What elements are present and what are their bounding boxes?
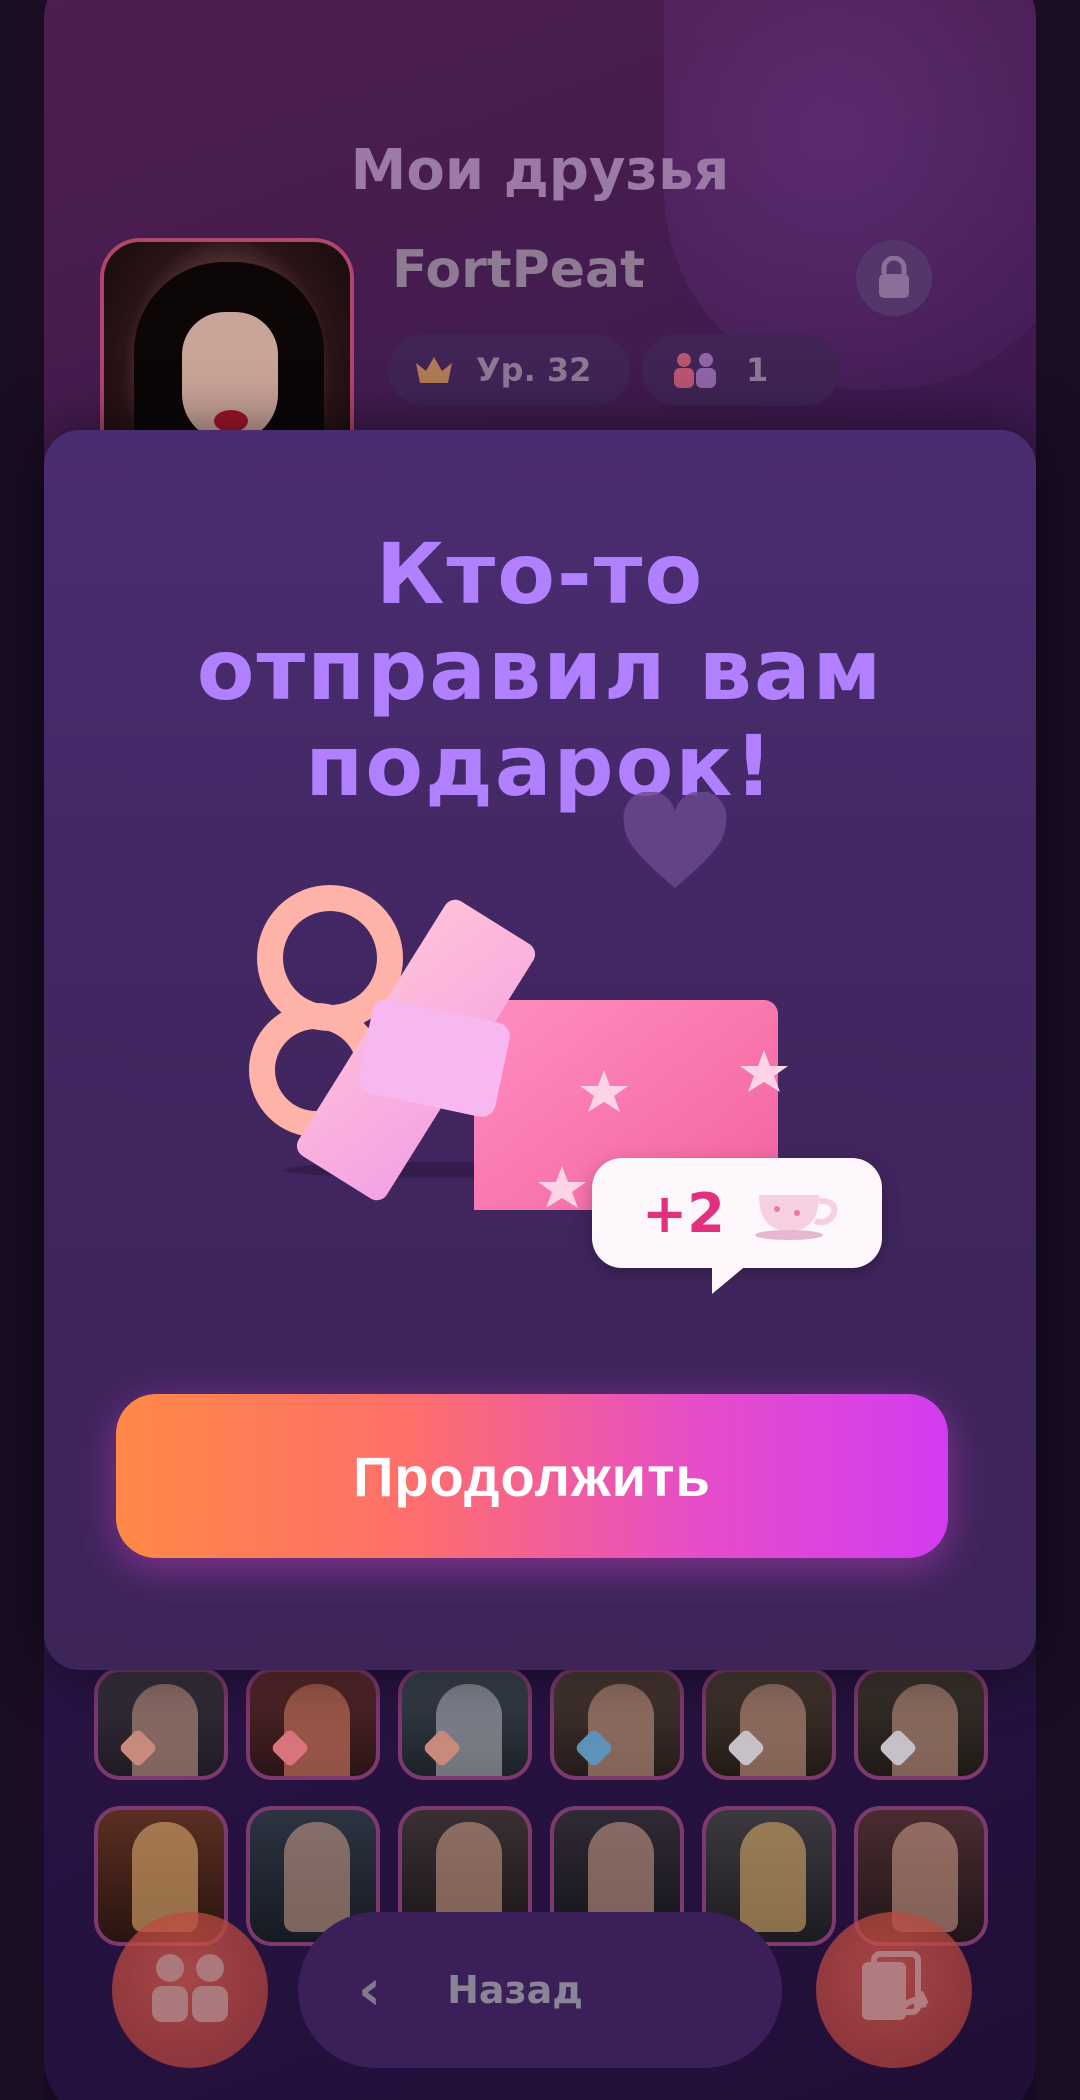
level-badge: Ур. 32: [388, 334, 630, 406]
background-left-edge: [0, 0, 44, 2100]
story-thumbnail[interactable]: [94, 1668, 228, 1780]
story-thumbnail[interactable]: [702, 1668, 836, 1780]
modal-title: Кто-то отправил вам подарок!: [44, 526, 1036, 814]
back-label: Назад: [447, 1968, 583, 2012]
friends-count: 1: [746, 351, 769, 389]
modal-title-line: Кто-то: [375, 525, 705, 623]
profile-name: FortPeat: [392, 240, 645, 300]
story-thumbnail[interactable]: [398, 1668, 532, 1780]
crown-icon: [416, 357, 452, 383]
lock-icon: [879, 256, 909, 298]
level-text: Ур. 32: [476, 351, 592, 389]
background-right-edge: [1036, 0, 1080, 2100]
back-button[interactable]: ‹ Назад: [298, 1912, 782, 2068]
lock-button[interactable]: [856, 240, 932, 316]
teacup-icon: [754, 1195, 838, 1240]
chevron-left-icon: ‹: [358, 1957, 382, 2023]
reward-amount: +2: [642, 1181, 725, 1245]
friends-button[interactable]: [112, 1912, 268, 2068]
story-thumbnail[interactable]: [854, 1668, 988, 1780]
modal-title-line: отправил вам: [196, 621, 884, 719]
friends-icon: [674, 353, 716, 388]
reward-bubble: +2: [592, 1158, 882, 1294]
story-thumbnail[interactable]: [550, 1668, 684, 1780]
continue-button[interactable]: Продолжить: [116, 1394, 948, 1558]
modal-title-line: подарок!: [305, 717, 775, 815]
friends-count-badge: 1: [642, 334, 840, 406]
continue-label: Продолжить: [353, 1444, 711, 1508]
story-thumbnail[interactable]: [246, 1668, 380, 1780]
friends-title: Мои друзья: [350, 138, 730, 203]
cards-exchange-button[interactable]: [816, 1912, 972, 2068]
cards-exchange-icon: [862, 1951, 929, 2020]
gift-modal: Кто-то отправил вам подарок! +2 Продолжи…: [44, 430, 1036, 1670]
friends-icon: [152, 1954, 228, 2022]
